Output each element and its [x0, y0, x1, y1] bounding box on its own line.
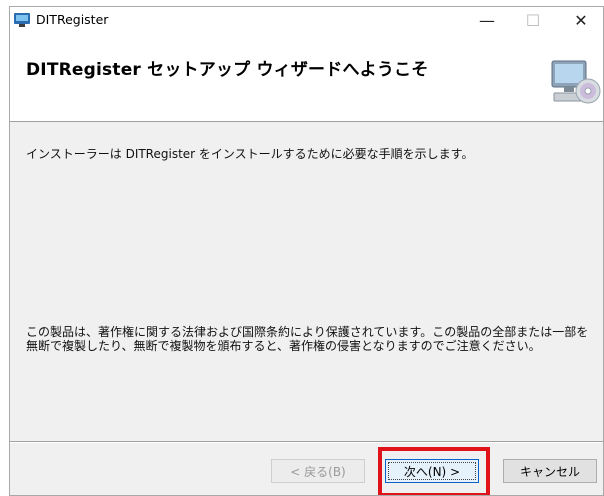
back-button[interactable]: < 戻る(B) — [271, 459, 365, 483]
close-icon: ✕ — [574, 11, 588, 30]
intro-text: インストーラーは DITRegister をインストールするために必要な手順を示… — [26, 147, 474, 161]
computer-cd-icon — [551, 60, 601, 104]
cancel-button[interactable]: キャンセル — [503, 459, 597, 483]
minimize-icon: — — [479, 11, 495, 30]
copyright-notice: この製品は、著作権に関する法律および国際条約により保護されています。この製品の全… — [26, 325, 589, 353]
maximize-icon: ☐ — [525, 11, 541, 30]
close-button[interactable]: ✕ — [558, 7, 603, 34]
minimize-button[interactable]: — — [464, 7, 510, 34]
next-button-highlight-box — [378, 447, 490, 495]
back-button-label: < 戻る(B) — [290, 464, 346, 479]
setup-wizard-window: DITRegister — ☐ ✕ DITRegister セットアップ ウィザ… — [9, 6, 604, 496]
button-divider-highlight — [10, 442, 603, 443]
window-title: DITRegister — [36, 12, 109, 27]
maximize-button[interactable]: ☐ — [510, 7, 556, 34]
title-bar[interactable]: DITRegister — ☐ ✕ — [10, 7, 603, 34]
installer-app-icon — [14, 13, 30, 27]
wizard-title: DITRegister セットアップ ウィザードへようこそ — [26, 60, 429, 80]
cancel-button-label: キャンセル — [519, 464, 580, 479]
wizard-banner: DITRegister セットアップ ウィザードへようこそ — [10, 34, 603, 122]
